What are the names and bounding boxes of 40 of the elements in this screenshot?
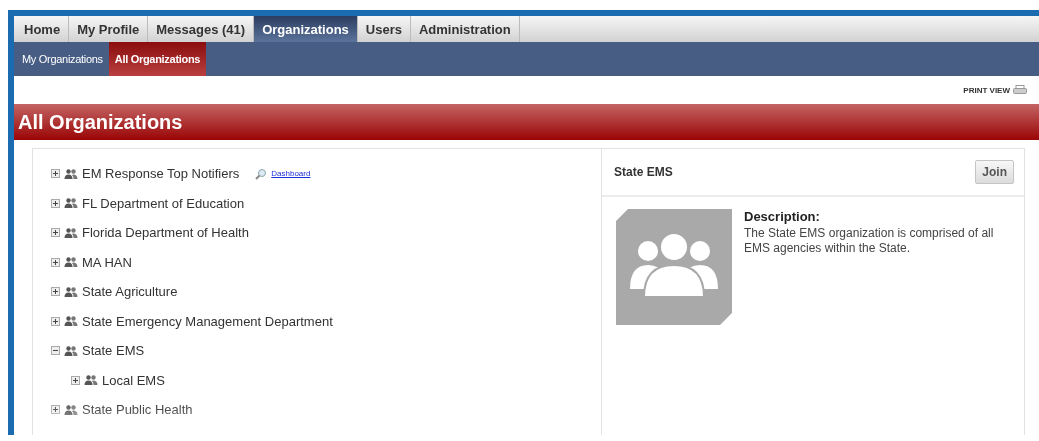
organization-name[interactable]: State EMS	[82, 343, 145, 359]
people-icon	[64, 198, 78, 209]
expand-icon[interactable]	[51, 287, 60, 297]
search-icon	[255, 167, 268, 180]
organization-name[interactable]: EM Response Top Notifiers	[82, 166, 240, 182]
people-icon	[84, 375, 98, 386]
people-icon	[64, 227, 78, 238]
print-view-link[interactable]: PRINT VIEW	[963, 85, 1010, 95]
subnav-tab[interactable]: My Organizations	[16, 42, 109, 76]
expand-icon[interactable]	[71, 375, 80, 385]
organization-name[interactable]: Florida Department of Health	[82, 225, 249, 241]
people-icon	[64, 257, 78, 268]
organization-name[interactable]: State Emergency Management Department	[82, 313, 333, 329]
organization-name[interactable]: Local EMS	[102, 372, 165, 388]
expand-icon[interactable]	[51, 405, 60, 415]
expand-icon[interactable]	[51, 316, 60, 326]
expand-icon[interactable]	[51, 228, 60, 238]
detail-title: State EMS	[614, 165, 673, 179]
organization-name[interactable]: MA HAN	[82, 254, 132, 270]
printer-icon[interactable]	[1013, 85, 1027, 95]
dashboard-link[interactable]: Dashboard	[271, 169, 311, 179]
nav-tab[interactable]: Organizations	[254, 16, 358, 42]
join-button[interactable]: Join	[975, 160, 1014, 184]
organization-name[interactable]: State Agriculture	[82, 284, 178, 300]
group-avatar-icon	[616, 209, 732, 325]
description-text: The State EMS organization is comprised of all EMS agencies within the State.	[744, 226, 995, 256]
expand-icon[interactable]	[51, 169, 60, 179]
people-icon	[64, 168, 78, 179]
people-icon	[64, 316, 78, 327]
description-label: Description:	[744, 209, 821, 224]
organization-name[interactable]: FL Department of Education	[82, 195, 245, 211]
organization-name[interactable]: State Public Health	[82, 402, 193, 418]
expand-icon[interactable]	[51, 257, 60, 267]
people-icon	[64, 345, 78, 356]
people-icon	[64, 286, 78, 297]
subnav-tab[interactable]: All Organizations	[108, 42, 207, 76]
people-icon	[64, 404, 78, 415]
expand-icon[interactable]	[51, 198, 60, 208]
collapse-icon[interactable]	[51, 346, 60, 356]
page-title: All Organizations	[18, 110, 183, 134]
